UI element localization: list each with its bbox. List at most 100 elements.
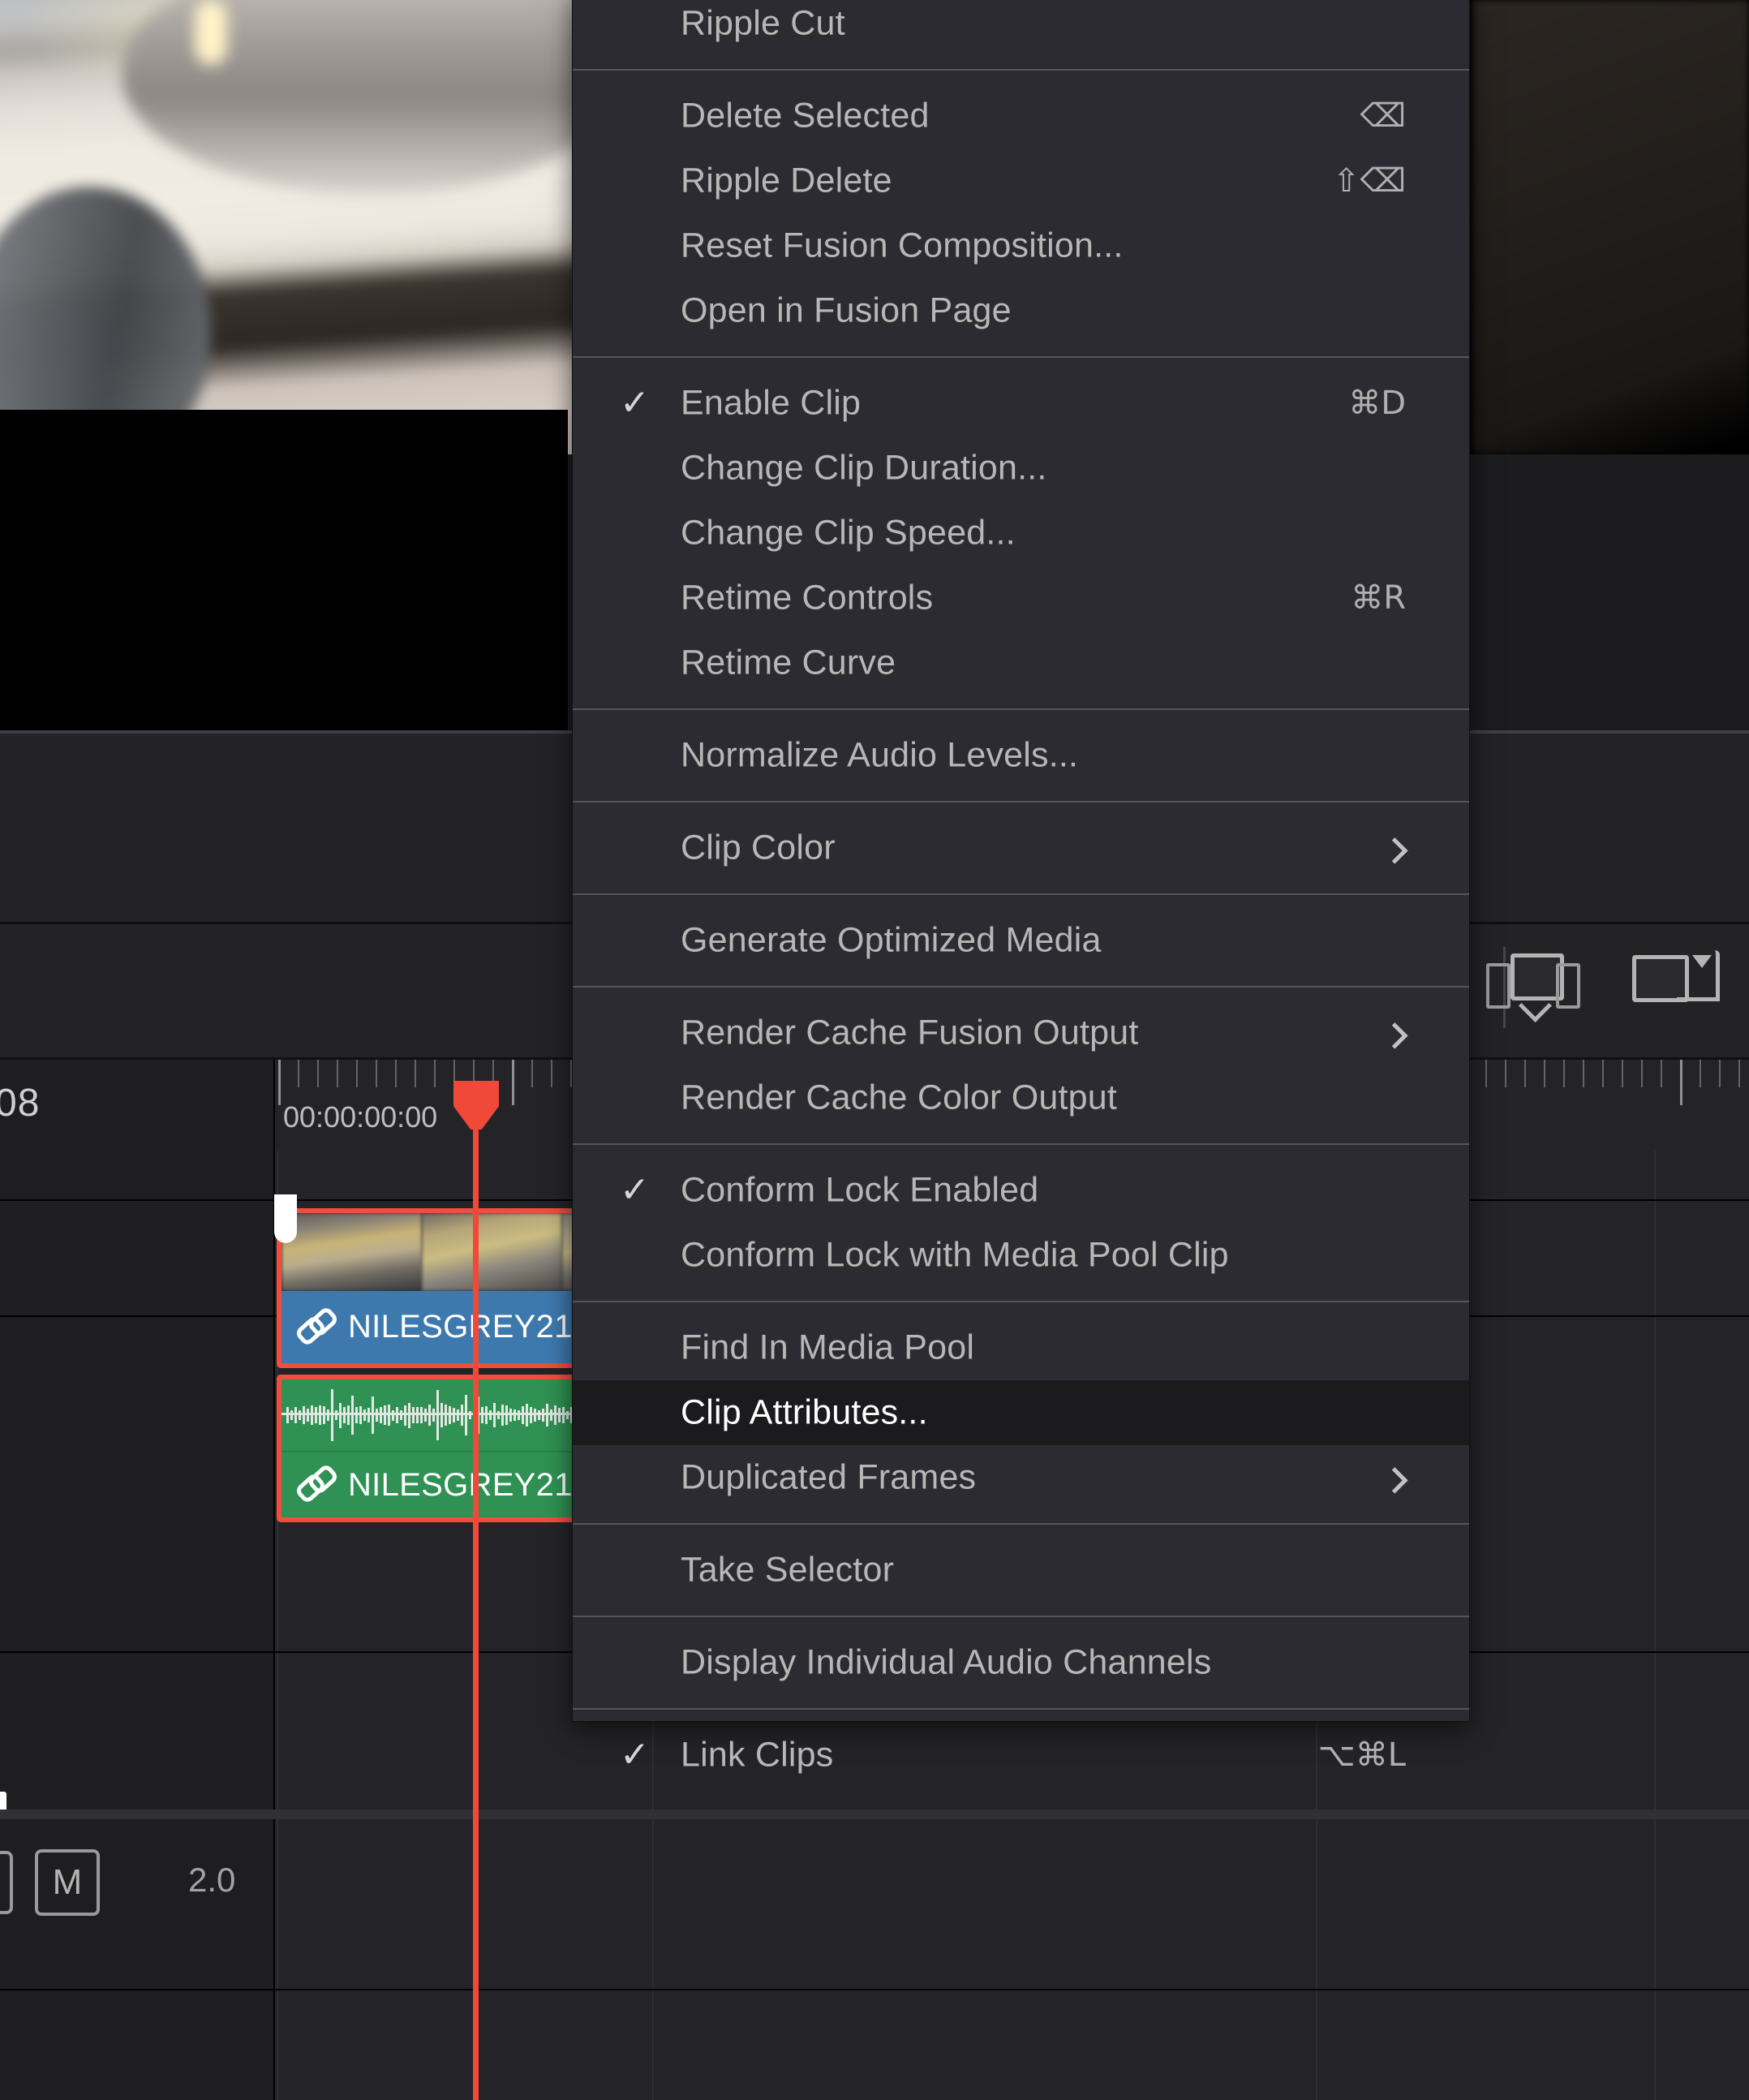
waveform-bar <box>445 1404 447 1427</box>
menu-item-delete-selected[interactable]: Delete Selected ⌫ <box>573 84 1469 148</box>
waveform-bar <box>440 1402 443 1428</box>
menu-item-ripple-cut[interactable]: Ripple Cut <box>573 0 1469 56</box>
menu-spacer <box>573 1130 1469 1143</box>
waveform-bar <box>331 1388 333 1442</box>
menu-item-take-selector[interactable]: Take Selector <box>573 1538 1469 1603</box>
menu-spacer <box>573 710 1469 723</box>
mute-button[interactable]: M <box>35 1849 100 1916</box>
waveform-bar <box>311 1405 313 1426</box>
clip-context-menu[interactable]: Ripple Cut Delete Selected ⌫ Ripple Delete ⇧… <box>572 0 1470 1775</box>
menu-item-label: Clip Color <box>681 828 836 867</box>
menu-spacer <box>573 71 1469 84</box>
menu-item-shortcut: ⇧⌫ <box>1332 162 1406 200</box>
menu-item-ripple-delete[interactable]: Ripple Delete ⇧⌫ <box>573 148 1469 213</box>
waveform-bar <box>351 1396 354 1435</box>
waveform-bar <box>396 1407 398 1423</box>
menu-item-label: Take Selector <box>681 1550 895 1590</box>
menu-item-find-in-media-pool[interactable]: Find In Media Pool <box>573 1315 1469 1380</box>
ruler-tick <box>531 1060 533 1087</box>
menu-item-label: Ripple Cut <box>681 3 845 43</box>
menu-spacer <box>573 1510 1469 1523</box>
waveform-bar <box>542 1409 544 1422</box>
timeline-track-headers: M 2.0 <box>0 1151 275 2100</box>
waveform-bar <box>534 1408 536 1422</box>
menu-item-label: Delete Selected <box>681 96 930 136</box>
menu-item-change-clip-duration[interactable]: Change Clip Duration... <box>573 436 1469 501</box>
waveform-bar <box>299 1410 301 1420</box>
waveform-bar <box>493 1403 496 1427</box>
menu-spacer <box>573 1145 1469 1158</box>
track-header-video-1[interactable] <box>0 1654 273 1844</box>
menu-item-change-clip-speed[interactable]: Change Clip Speed... <box>573 501 1469 566</box>
menu-spacer <box>573 56 1469 69</box>
menu-item-link-clips[interactable]: ✓ Link Clips ⌥⌘L <box>573 1723 1469 1788</box>
waveform-bar <box>339 1402 342 1428</box>
menu-item-render-cache-color-output[interactable]: Render Cache Color Output <box>573 1065 1469 1130</box>
waveform-bar <box>335 1409 337 1421</box>
menu-item-conform-lock-enabled[interactable]: ✓ Conform Lock Enabled <box>573 1158 1469 1223</box>
ruler-tick <box>1641 1060 1643 1087</box>
menu-spacer <box>573 695 1469 708</box>
menu-item-label: Retime Curve <box>681 643 896 682</box>
menu-item-label: Normalize Audio Levels... <box>681 735 1079 775</box>
ruler-tick <box>1700 1060 1701 1087</box>
waveform-bar <box>526 1403 528 1427</box>
waveform-bar <box>485 1405 488 1425</box>
solo-button[interactable] <box>0 1851 13 1914</box>
waveform-bar <box>461 1405 463 1426</box>
menu-item-render-cache-fusion-output[interactable]: Render Cache Fusion Output <box>573 1001 1469 1065</box>
chevron-right-icon <box>1382 1022 1408 1049</box>
ruler-tick <box>1505 1060 1506 1087</box>
menu-spacer <box>573 1617 1469 1630</box>
menu-item-clip-attributes[interactable]: Clip Attributes... <box>573 1380 1469 1445</box>
waveform-bar <box>408 1402 410 1428</box>
checkmark-icon: ✓ <box>620 1734 650 1775</box>
ruler-tick <box>1583 1060 1584 1087</box>
menu-item-retime-controls[interactable]: Retime Controls ⌘R <box>573 566 1469 630</box>
waveform-bar <box>315 1406 317 1424</box>
waveform-bar <box>355 1407 358 1423</box>
menu-item-label: Conform Lock with Media Pool Clip <box>681 1235 1229 1275</box>
ruler-tick <box>551 1060 552 1087</box>
menu-item-open-in-fusion-page[interactable]: Open in Fusion Page <box>573 278 1469 343</box>
timeline-current-timecode: 08 <box>0 1060 275 1151</box>
ruler-tick <box>415 1060 416 1087</box>
menu-item-generate-optimized-media[interactable]: Generate Optimized Media <box>573 908 1469 973</box>
menu-item-normalize-audio-levels[interactable]: Normalize Audio Levels... <box>573 723 1469 788</box>
menu-item-enable-clip[interactable]: ✓ Enable Clip ⌘D <box>573 371 1469 436</box>
viewer-layout-icon[interactable] <box>1486 952 1580 1023</box>
menu-spacer <box>573 788 1469 801</box>
clip-start-handle[interactable] <box>274 1194 297 1243</box>
waveform-bar <box>294 1407 297 1423</box>
menu-item-display-individual-audio-channels[interactable]: Display Individual Audio Channels <box>573 1630 1469 1695</box>
ruler-tick <box>1544 1060 1545 1087</box>
menu-item-conform-lock-with-media-pool-clip[interactable]: Conform Lock with Media Pool Clip <box>573 1223 1469 1288</box>
menu-item-label: Open in Fusion Page <box>681 290 1012 330</box>
single-viewer-icon[interactable] <box>1632 950 1721 1015</box>
waveform-bar <box>307 1408 309 1422</box>
menu-item-shortcut: ⌫ <box>1360 97 1406 135</box>
waveform-bar <box>363 1409 366 1421</box>
menu-item-duplicated-frames[interactable]: Duplicated Frames <box>573 1445 1469 1510</box>
track-separator <box>0 1989 1749 1990</box>
ruler-tick <box>1485 1060 1487 1087</box>
menu-item-label: Reset Fusion Composition... <box>681 226 1124 265</box>
menu-item-label: Change Clip Speed... <box>681 513 1016 553</box>
audio-channel-count: 2.0 <box>188 1861 236 1899</box>
timeline-gridline <box>1654 1151 1656 2100</box>
waveform-bar <box>509 1409 512 1422</box>
ruler-tick <box>1602 1060 1604 1087</box>
menu-item-label: Ripple Delete <box>681 161 892 200</box>
waveform-bar <box>319 1405 321 1426</box>
menu-item-retime-curve[interactable]: Retime Curve <box>573 630 1469 695</box>
chevron-right-icon <box>1382 837 1408 864</box>
waveform-bar <box>424 1409 427 1422</box>
menu-item-label: Render Cache Color Output <box>681 1078 1118 1117</box>
waveform-bar <box>522 1406 524 1424</box>
playhead-line[interactable] <box>473 1094 479 2100</box>
waveform-bar <box>546 1404 548 1427</box>
menu-item-reset-fusion-composition[interactable]: Reset Fusion Composition... <box>573 213 1469 278</box>
menu-item-clip-color[interactable]: Clip Color <box>573 815 1469 880</box>
menu-spacer <box>573 880 1469 893</box>
track-header-audio-1[interactable]: M 2.0 <box>0 1818 273 1989</box>
